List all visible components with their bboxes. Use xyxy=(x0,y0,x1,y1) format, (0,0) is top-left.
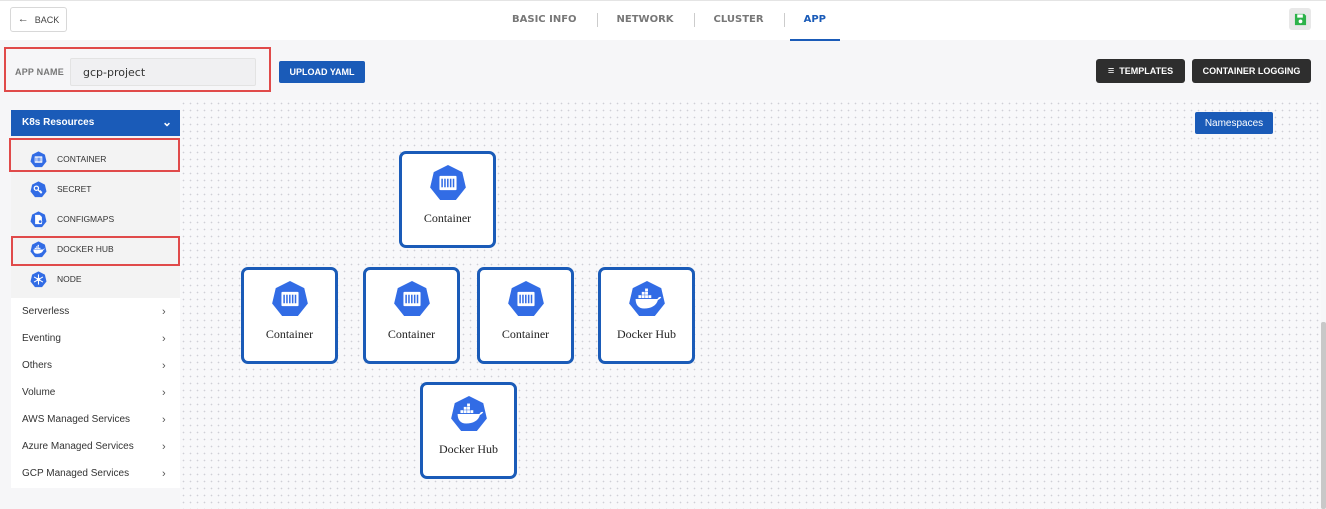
category-volume[interactable]: Volume xyxy=(22,387,55,398)
save-button[interactable] xyxy=(1289,8,1311,30)
docker-icon xyxy=(450,395,488,433)
templates-button[interactable]: ≡ TEMPLATES xyxy=(1096,59,1185,83)
tab-network[interactable]: NETWORK xyxy=(596,1,694,41)
category-serverless[interactable]: Serverless xyxy=(22,306,69,317)
canvas-scrollbar[interactable] xyxy=(1321,322,1326,509)
back-button-label: BACK xyxy=(34,14,60,25)
chevron-right-icon: › xyxy=(162,333,166,345)
chevron-right-icon: › xyxy=(162,468,166,480)
sidebar-item-configmaps[interactable]: CONFIGMAPS xyxy=(30,209,114,229)
k8s-resources-header[interactable]: K8s Resources ⌄ xyxy=(11,110,180,136)
container-icon xyxy=(393,280,431,318)
step-tabs: BASIC INFO NETWORK CLUSTER APP xyxy=(492,1,846,41)
chevron-down-icon: ⌄ xyxy=(161,115,172,129)
k8s-resources-title: K8s Resources xyxy=(22,117,95,128)
canvas-node-container[interactable]: Container xyxy=(477,267,574,364)
node-label: Container xyxy=(265,327,314,341)
category-azure-managed-services[interactable]: Azure Managed Services xyxy=(22,441,134,452)
container-logging-button[interactable]: CONTAINER LOGGING xyxy=(1192,59,1311,83)
canvas-node-container[interactable]: Container xyxy=(363,267,460,364)
sidebar-item-node[interactable]: NODE xyxy=(30,269,82,289)
namespaces-button[interactable]: Namespaces xyxy=(1195,112,1273,134)
sidebar-item-label: NODE xyxy=(57,274,82,284)
chevron-right-icon: › xyxy=(162,387,166,399)
container-icon xyxy=(271,280,309,318)
canvas-node-docker-hub[interactable]: Docker Hub xyxy=(420,382,517,479)
back-button[interactable]: ← BACK xyxy=(10,7,67,32)
node-label: Docker Hub xyxy=(617,327,676,341)
app-canvas[interactable] xyxy=(180,100,1321,509)
node-label: Container xyxy=(501,327,550,341)
node-label: Container xyxy=(423,211,472,225)
node-label: Container xyxy=(387,327,436,341)
category-aws-managed-services[interactable]: AWS Managed Services xyxy=(22,414,130,425)
sidebar-item-label: SECRET xyxy=(57,184,92,194)
sidebar-item-label: CONFIGMAPS xyxy=(57,214,115,224)
chevron-right-icon: › xyxy=(162,360,166,372)
canvas-node-docker-hub[interactable]: Docker Hub xyxy=(598,267,695,364)
container-icon xyxy=(429,164,467,202)
configmap-icon xyxy=(30,211,47,228)
chevron-right-icon: › xyxy=(162,306,166,318)
arrow-left-icon: ← xyxy=(17,13,29,25)
tab-basic-info[interactable]: BASIC INFO xyxy=(492,1,597,41)
floppy-disk-icon xyxy=(1294,13,1306,25)
container-highlight xyxy=(9,138,180,172)
docker-hub-highlight xyxy=(11,236,180,266)
sidebar-item-secret[interactable]: SECRET xyxy=(30,179,91,199)
node-icon xyxy=(30,271,47,288)
node-label: Docker Hub xyxy=(439,442,498,456)
canvas-node-container[interactable]: Container xyxy=(399,151,496,248)
tab-cluster[interactable]: CLUSTER xyxy=(693,1,784,41)
category-others[interactable]: Others xyxy=(22,360,52,371)
tab-app[interactable]: APP xyxy=(783,1,846,41)
canvas-node-container[interactable]: Container xyxy=(241,267,338,364)
docker-icon xyxy=(628,280,666,318)
menu-lines-icon: ≡ xyxy=(1107,65,1115,77)
chevron-right-icon: › xyxy=(162,441,166,453)
app-name-label: APP NAME xyxy=(15,67,64,77)
app-name-input[interactable]: gcp-project xyxy=(70,58,256,86)
category-gcp-managed-services[interactable]: GCP Managed Services xyxy=(22,468,129,479)
key-icon xyxy=(30,181,47,198)
category-eventing[interactable]: Eventing xyxy=(22,333,61,344)
chevron-right-icon: › xyxy=(162,414,166,426)
upload-yaml-button[interactable]: UPLOAD YAML xyxy=(279,61,365,83)
container-icon xyxy=(507,280,545,318)
top-nav-bar: ← BACK BASIC INFO NETWORK CLUSTER APP xyxy=(0,0,1326,41)
templates-button-label: TEMPLATES xyxy=(1119,66,1174,76)
